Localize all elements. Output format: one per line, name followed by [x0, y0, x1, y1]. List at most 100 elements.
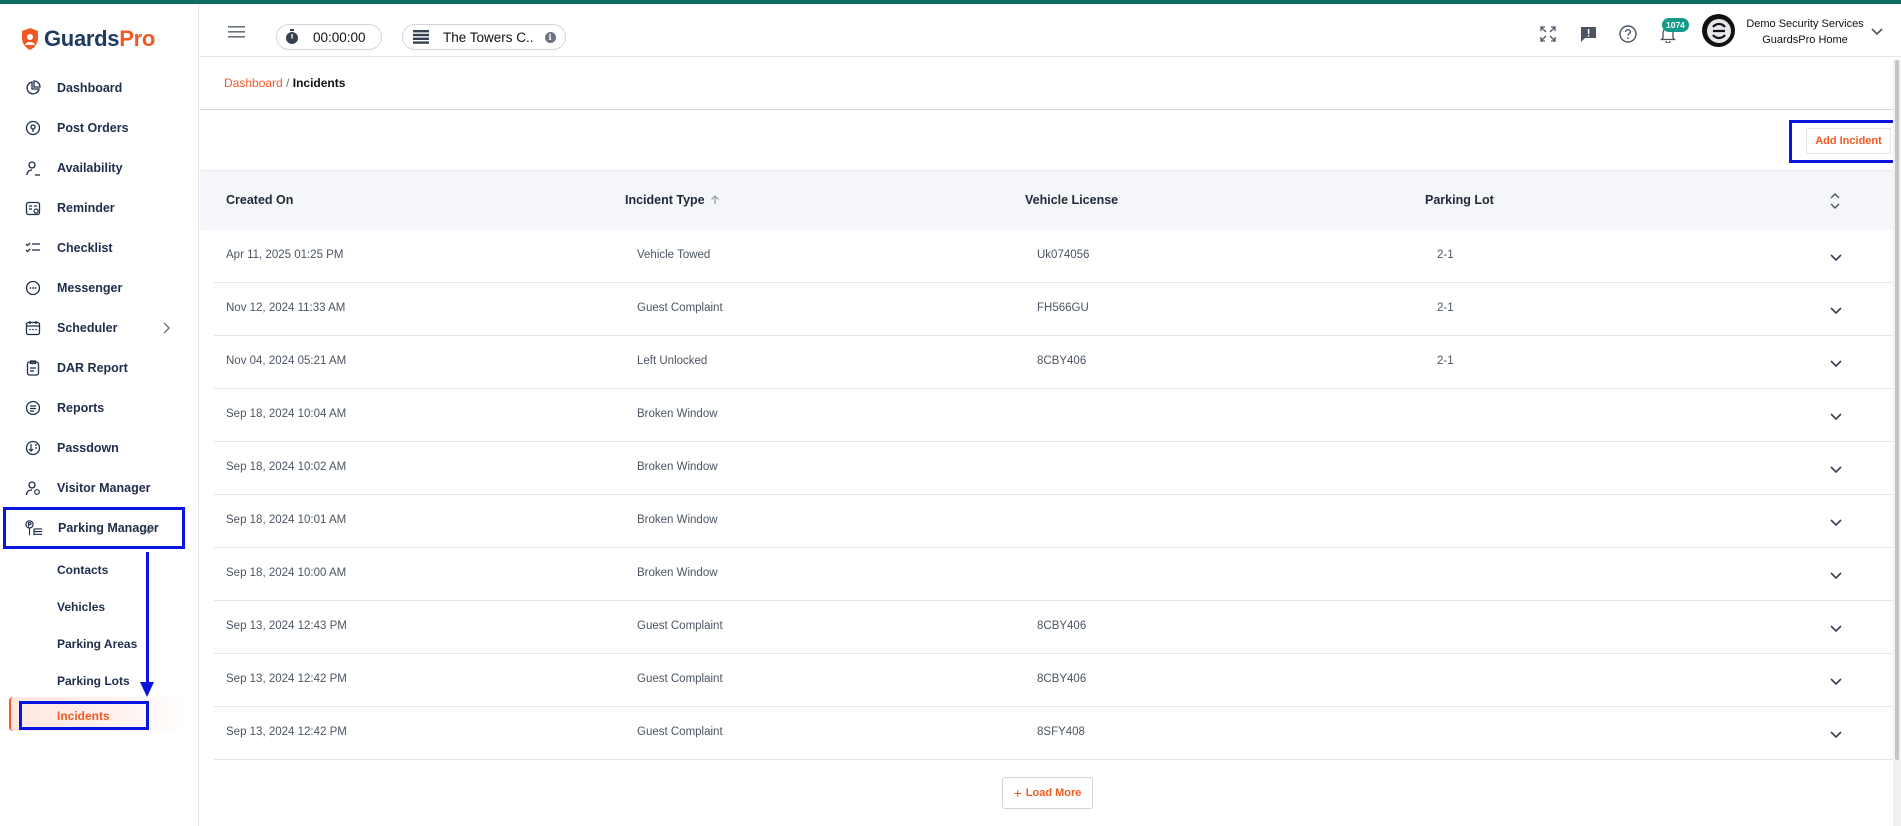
incidents-table-body: Apr 11, 2025 01:25 PM Vehicle Towed Uk0740… — [214, 230, 1893, 760]
sidebar-item-label: Checklist — [57, 241, 113, 255]
cell-incident-type: Vehicle Towed — [637, 249, 711, 261]
table-row[interactable]: Sep 13, 2024 12:43 PM Guest Complaint 8CBY… — [214, 601, 1893, 654]
cell-vehicle-license: 8CBY406 — [1037, 620, 1087, 632]
calendar-icon — [24, 319, 42, 337]
sidebar-item-dashboard[interactable]: Dashboard — [0, 68, 199, 108]
sidebar-item-label: Passdown — [57, 441, 119, 455]
sidebar-item-dar-report[interactable]: DAR Report — [0, 348, 199, 388]
cell-incident-type: Guest Complaint — [637, 726, 723, 738]
expand-row-chevron-icon[interactable] — [1829, 462, 1843, 476]
table-row[interactable]: Sep 18, 2024 10:00 AM Broken Window — [214, 548, 1893, 601]
table-row[interactable]: Apr 11, 2025 01:25 PM Vehicle Towed Uk0740… — [214, 230, 1893, 283]
clipboard-icon — [24, 359, 42, 377]
hamburger-menu-icon[interactable] — [228, 26, 245, 38]
cell-incident-type: Broken Window — [637, 408, 718, 420]
sidebar-subitem-parking-areas[interactable]: Parking Areas — [0, 625, 199, 662]
sidebar-item-label: Dashboard — [57, 81, 123, 95]
help-icon[interactable] — [1618, 24, 1638, 44]
table-row[interactable]: Sep 18, 2024 10:04 AM Broken Window — [214, 389, 1893, 442]
parking-submenu: Contacts Vehicles Parking Areas Parking Lot… — [0, 551, 199, 699]
sidebar-item-reminder[interactable]: Reminder — [0, 188, 199, 228]
expand-row-chevron-icon[interactable] — [1829, 674, 1843, 688]
sidebar-item-post-orders[interactable]: Post Orders — [0, 108, 199, 148]
expand-row-chevron-icon[interactable] — [1829, 303, 1843, 317]
chevron-right-icon — [163, 322, 170, 334]
column-header-created-on[interactable]: Created On — [226, 193, 293, 207]
sidebar-item-label: DAR Report — [57, 361, 128, 375]
add-incident-button[interactable]: Add Incident — [1806, 128, 1891, 154]
org-subtitle: GuardsPro Home — [1762, 34, 1848, 46]
column-header-vehicle-license[interactable]: Vehicle License — [1025, 193, 1118, 207]
shift-timer[interactable]: 00:00:00 — [276, 24, 382, 50]
top-bar: 00:00:00 The Towers C.. i 1074 Demo Secu… — [200, 4, 1901, 57]
cell-created-on: Sep 13, 2024 12:42 PM — [226, 673, 347, 685]
cell-incident-type: Guest Complaint — [637, 620, 723, 632]
sidebar-item-checklist[interactable]: Checklist — [0, 228, 199, 268]
cell-vehicle-license: 8CBY406 — [1037, 673, 1087, 685]
expand-row-chevron-icon[interactable] — [1829, 621, 1843, 635]
table-row[interactable]: Nov 04, 2024 05:21 AM Left Unlocked 8CBY40… — [214, 336, 1893, 389]
cell-parking-lot: 2-1 — [1437, 302, 1454, 314]
sidebar-item-passdown[interactable]: Passdown — [0, 428, 199, 468]
table-header: Created On Incident Type Vehicle License… — [200, 170, 1893, 230]
sidebar-item-visitor-manager[interactable]: Visitor Manager — [0, 468, 199, 508]
shield-logo-icon — [22, 28, 38, 50]
sidebar-item-label: Reports — [57, 401, 105, 415]
load-more-button[interactable]: + Load More — [1002, 777, 1093, 809]
person-clock-icon — [24, 159, 42, 177]
annotation-arrowhead — [140, 682, 154, 697]
cell-created-on: Sep 18, 2024 10:00 AM — [226, 567, 347, 579]
sidebar-subitem-incidents[interactable]: Incidents — [19, 701, 149, 730]
table-row[interactable]: Sep 13, 2024 12:42 PM Guest Complaint 8SFY… — [214, 707, 1893, 760]
report-list-icon — [24, 399, 42, 417]
expand-row-chevron-icon[interactable] — [1829, 727, 1843, 741]
sidebar-subitem-contacts[interactable]: Contacts — [0, 551, 199, 588]
cell-created-on: Sep 18, 2024 10:02 AM — [226, 461, 347, 473]
sidebar-item-label: Scheduler — [57, 321, 118, 335]
sidebar-item-label: Availability — [57, 161, 123, 175]
org-name: Demo Security Services — [1746, 18, 1864, 30]
sidebar-item-availability[interactable]: Availability — [0, 148, 199, 188]
sidebar-nav: Dashboard Post Orders Availability Reminder… — [0, 68, 199, 549]
org-switcher[interactable]: Demo Security Services GuardsPro Home — [1740, 16, 1870, 48]
expand-row-chevron-icon[interactable] — [1829, 515, 1843, 529]
table-row[interactable]: Sep 13, 2024 12:42 PM Guest Complaint 8CBY… — [214, 654, 1893, 707]
cell-incident-type: Broken Window — [637, 514, 718, 526]
scrollbar-thumb[interactable] — [1895, 60, 1899, 760]
cell-vehicle-license: 8SFY408 — [1037, 726, 1085, 738]
site-selector[interactable]: The Towers C.. i — [402, 24, 566, 50]
cell-parking-lot: 2-1 — [1437, 355, 1454, 367]
cell-vehicle-license: Uk074056 — [1037, 249, 1090, 261]
expand-row-chevron-icon[interactable] — [1829, 409, 1843, 423]
expand-row-chevron-icon[interactable] — [1829, 568, 1843, 582]
info-icon[interactable]: i — [544, 31, 556, 43]
app-logo[interactable]: GuardsPro — [20, 26, 155, 52]
feedback-icon[interactable] — [1578, 24, 1598, 44]
chevron-down-icon[interactable] — [1870, 24, 1884, 38]
column-header-incident-type[interactable]: Incident Type — [625, 193, 721, 207]
column-header-parking-lot[interactable]: Parking Lot — [1425, 193, 1494, 207]
cell-created-on: Sep 18, 2024 10:01 AM — [226, 514, 347, 526]
table-row[interactable]: Nov 12, 2024 11:33 AM Guest Complaint FH56… — [214, 283, 1893, 336]
sidebar-item-parking-manager[interactable]: Parking Manager — [3, 507, 185, 549]
breadcrumb-home-link[interactable]: Dashboard — [224, 76, 283, 90]
table-row[interactable]: Sep 18, 2024 10:01 AM Broken Window — [214, 495, 1893, 548]
sidebar-subitem-vehicles[interactable]: Vehicles — [0, 588, 199, 625]
plus-icon: + — [1013, 785, 1022, 801]
sidebar-item-reports[interactable]: Reports — [0, 388, 199, 428]
cell-parking-lot: 2-1 — [1437, 249, 1454, 261]
expand-collapse-all-icon[interactable] — [1829, 191, 1841, 211]
sidebar-item-scheduler[interactable]: Scheduler — [0, 308, 199, 348]
expand-row-chevron-icon[interactable] — [1829, 356, 1843, 370]
passdown-icon — [24, 439, 42, 457]
sidebar-item-messenger[interactable]: Messenger — [0, 268, 199, 308]
sidebar-item-label: Post Orders — [57, 121, 129, 135]
sidebar-item-label: Visitor Manager — [57, 481, 151, 495]
sidebar-subitem-parking-lots[interactable]: Parking Lots — [0, 662, 199, 699]
cell-incident-type: Guest Complaint — [637, 302, 723, 314]
cell-incident-type: Broken Window — [637, 461, 718, 473]
avatar[interactable] — [1702, 14, 1735, 47]
expand-row-chevron-icon[interactable] — [1829, 250, 1843, 264]
fullscreen-icon[interactable] — [1538, 24, 1558, 44]
table-row[interactable]: Sep 18, 2024 10:02 AM Broken Window — [214, 442, 1893, 495]
